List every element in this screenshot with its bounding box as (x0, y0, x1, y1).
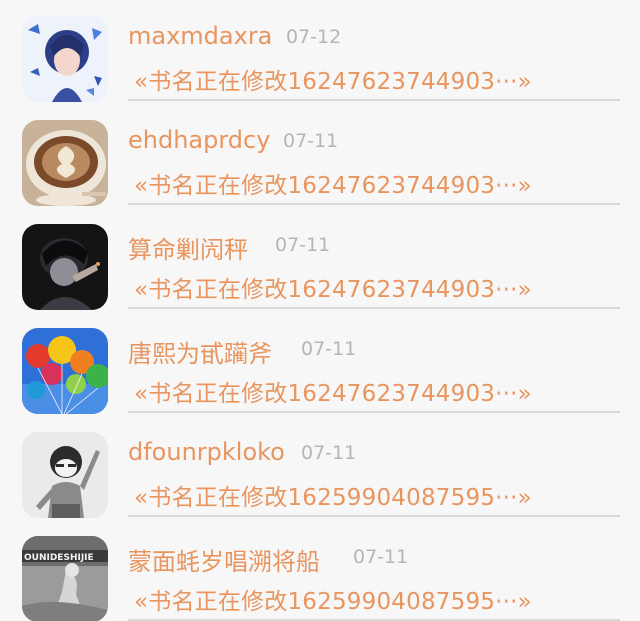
avatar[interactable] (22, 224, 108, 310)
book-title[interactable]: «书名正在修改16247623744903···» (134, 62, 532, 96)
list-item[interactable]: OUNIDESHIJIE 蒙面蚝岁唱溯将船 07-11 «书名正在修改16259… (0, 520, 640, 621)
book-title[interactable]: «书名正在修改16247623744903···» (134, 270, 532, 304)
user-name[interactable]: dfounrpkloko (128, 438, 285, 466)
list-item[interactable]: ehdhaprdcy 07-11 «书名正在修改16247623744903··… (0, 104, 640, 208)
post-date: 07-11 (283, 130, 339, 152)
list-item[interactable]: 唐熙为甙躏斧 07-11 «书名正在修改16247623744903···» (0, 312, 640, 416)
user-name[interactable]: 唐熙为甙躏斧 (128, 334, 272, 369)
post-date: 07-11 (353, 546, 409, 568)
user-name[interactable]: 蒙面蚝岁唱溯将船 (128, 542, 320, 577)
message-list: maxmdaxra 07-12 «书名正在修改16247623744903···… (0, 0, 640, 621)
post-date: 07-11 (301, 442, 357, 464)
list-item[interactable]: dfounrpkloko 07-11 «书名正在修改16259904087595… (0, 416, 640, 520)
avatar[interactable] (22, 328, 108, 414)
book-title[interactable]: «书名正在修改16247623744903···» (134, 374, 532, 408)
user-name[interactable]: 算命剿闶秤 (128, 230, 248, 265)
divider (128, 515, 620, 517)
avatar[interactable] (22, 120, 108, 206)
divider (128, 307, 620, 309)
book-title[interactable]: «书名正在修改16259904087595···» (134, 582, 532, 616)
divider (128, 203, 620, 205)
post-date: 07-11 (275, 234, 331, 256)
book-title[interactable]: «书名正在修改16259904087595···» (134, 478, 532, 512)
avatar[interactable] (22, 432, 108, 518)
user-name[interactable]: ehdhaprdcy (128, 126, 270, 154)
list-item[interactable]: maxmdaxra 07-12 «书名正在修改16247623744903···… (0, 0, 640, 104)
list-item[interactable]: 算命剿闶秤 07-11 «书名正在修改16247623744903···» (0, 208, 640, 312)
avatar[interactable]: OUNIDESHIJIE (22, 536, 108, 621)
post-date: 07-12 (286, 26, 342, 48)
divider (128, 99, 620, 101)
avatar[interactable] (22, 16, 108, 102)
book-title[interactable]: «书名正在修改16247623744903···» (134, 166, 532, 200)
post-date: 07-11 (301, 338, 357, 360)
user-name[interactable]: maxmdaxra (128, 22, 272, 50)
divider (128, 411, 620, 413)
avatar-watermark-text: OUNIDESHIJIE (24, 553, 94, 563)
